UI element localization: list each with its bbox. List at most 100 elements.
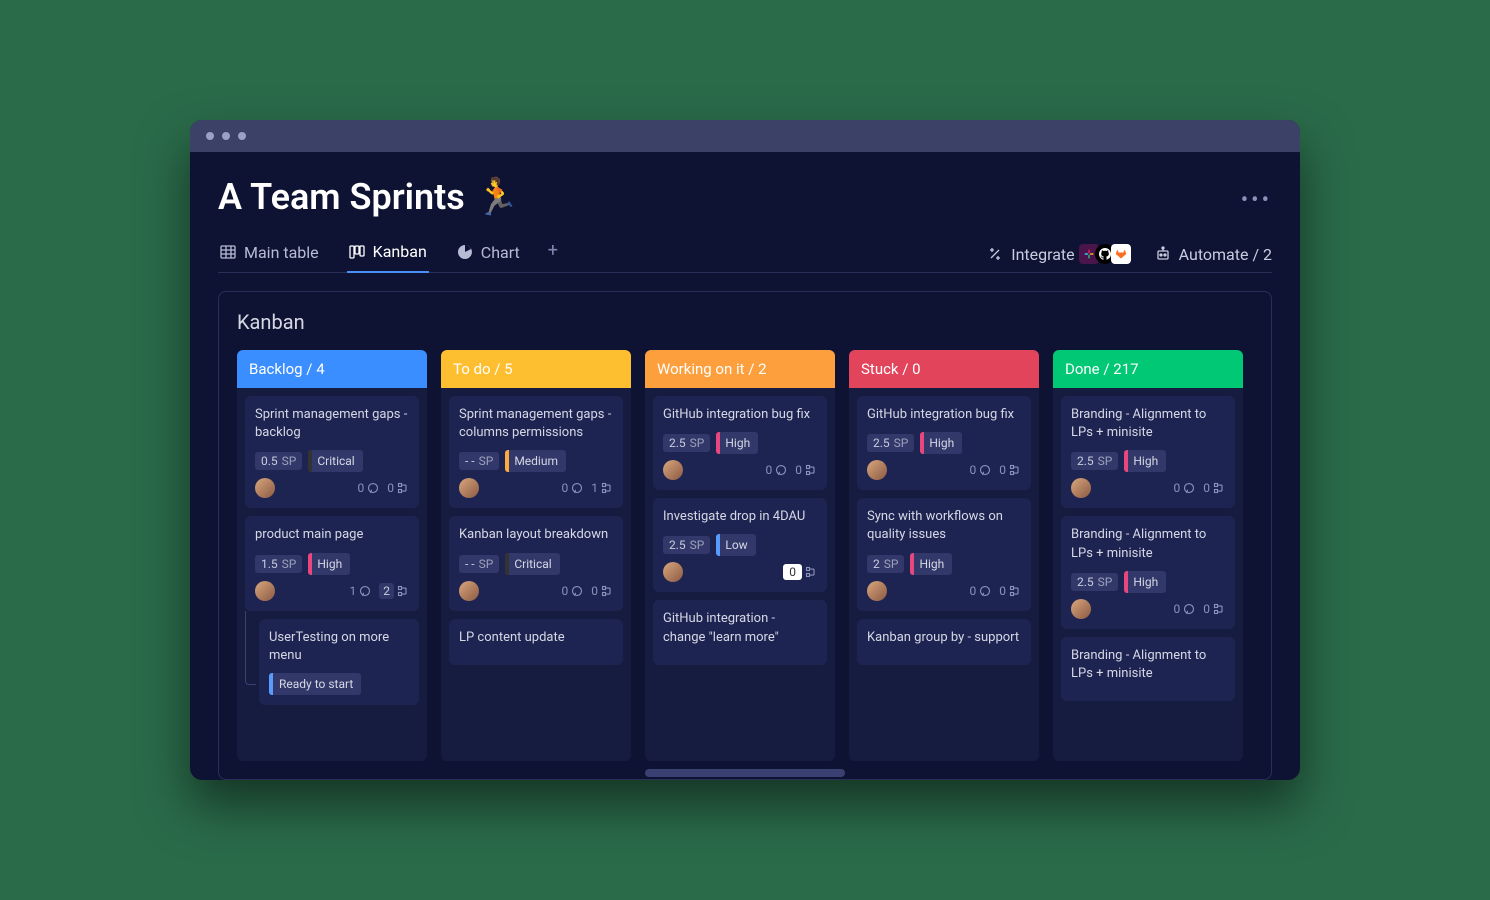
kanban-card[interactable]: Sprint management gaps - columns permiss…	[449, 396, 623, 508]
kanban-card[interactable]: Investigate drop in 4DAU2.5SPLow0	[653, 498, 827, 592]
card-counts: 01	[562, 481, 614, 495]
column-header[interactable]: Working on it / 2	[645, 350, 835, 388]
priority-label: High	[1133, 575, 1158, 589]
avatar[interactable]	[255, 478, 275, 498]
priority-badge: High	[1124, 571, 1166, 593]
subtask-count[interactable]: 0	[591, 584, 613, 598]
kanban-card[interactable]: GitHub integration - change "learn more"	[653, 600, 827, 664]
column-header[interactable]: Stuck / 0	[849, 350, 1039, 388]
tab-label: Kanban	[373, 242, 427, 261]
tab-main-table[interactable]: Main table	[218, 237, 321, 272]
kanban-card[interactable]: Branding - Alignment to LPs + minisite2.…	[1061, 396, 1235, 508]
card-title: UserTesting on more menu	[269, 629, 409, 665]
card-counts: 00	[970, 463, 1022, 477]
kanban-card[interactable]: Sync with workflows on quality issues2SP…	[857, 498, 1031, 610]
integrate-button[interactable]: Integrate	[987, 244, 1130, 264]
card-title: Kanban layout breakdown	[459, 526, 613, 544]
column-body: Sprint management gaps - backlog0.5SPCri…	[237, 388, 427, 761]
avatar[interactable]	[459, 581, 479, 601]
tab-chart[interactable]: Chart	[455, 237, 522, 272]
view-tabs: Main table Kanban Chart +	[218, 236, 558, 272]
card-meta: 1.5SPHigh	[255, 553, 409, 575]
sp-badge: 0.5SP	[255, 452, 302, 470]
card-counts: 00	[1174, 602, 1226, 616]
more-menu[interactable]: •••	[1241, 188, 1272, 213]
avatar[interactable]	[1071, 599, 1091, 619]
comment-count[interactable]: 0	[970, 463, 992, 477]
column-body: Sprint management gaps - columns permiss…	[441, 388, 631, 761]
column-header[interactable]: To do / 5	[441, 350, 631, 388]
kanban-card[interactable]: Kanban layout breakdown- -SPCritical00	[449, 516, 623, 610]
kanban-card[interactable]: LP content update	[449, 619, 623, 665]
priority-color-bar	[1124, 450, 1128, 472]
priority-badge: High	[1124, 450, 1166, 472]
avatar[interactable]	[255, 581, 275, 601]
kanban-column: Backlog / 4 Sprint management gaps - back…	[237, 350, 427, 761]
subtask-count[interactable]: 0	[1203, 602, 1225, 616]
card-title: product main page	[255, 526, 409, 544]
table-icon	[220, 244, 236, 260]
subtask-count[interactable]: 1	[591, 481, 613, 495]
priority-label: Medium	[514, 454, 558, 468]
sp-badge: 2.5SP	[1071, 573, 1118, 591]
avatar[interactable]	[1071, 478, 1091, 498]
comment-count[interactable]: 0	[1174, 602, 1196, 616]
comment-count[interactable]: 0	[358, 481, 380, 495]
kanban-icon	[349, 244, 365, 260]
kanban-card[interactable]: Sprint management gaps - backlog0.5SPCri…	[245, 396, 419, 508]
avatar[interactable]	[663, 460, 683, 480]
comment-count[interactable]: 0	[970, 584, 992, 598]
priority-label: High	[1133, 454, 1158, 468]
priority-label: High	[919, 557, 944, 571]
column-header[interactable]: Done / 217	[1053, 350, 1243, 388]
column-header[interactable]: Backlog / 4	[237, 350, 427, 388]
kanban-card[interactable]: Branding - Alignment to LPs + minisite	[1061, 637, 1235, 701]
subtask-count[interactable]: 0	[999, 584, 1021, 598]
priority-color-bar	[910, 553, 914, 575]
column-body: GitHub integration bug fix2.5SPHigh00Syn…	[849, 388, 1039, 761]
window-dot[interactable]	[238, 132, 246, 140]
window-dot[interactable]	[206, 132, 214, 140]
priority-color-bar	[505, 553, 509, 575]
add-view-button[interactable]: +	[548, 240, 558, 269]
card-footer: 00	[867, 581, 1021, 601]
comment-count[interactable]: 0	[1174, 481, 1196, 495]
kanban-card[interactable]: Kanban group by - support	[857, 619, 1031, 665]
subtask-count[interactable]: 0	[387, 481, 409, 495]
status-label: Ready to start	[279, 677, 353, 691]
subtask-count[interactable]: 0	[1203, 481, 1225, 495]
kanban-card[interactable]: Branding - Alignment to LPs + minisite2.…	[1061, 516, 1235, 628]
avatar[interactable]	[459, 478, 479, 498]
card-title: Kanban group by - support	[867, 629, 1021, 647]
automate-button[interactable]: Automate / 2	[1155, 245, 1272, 264]
priority-color-bar	[308, 553, 312, 575]
card-title: GitHub integration bug fix	[867, 406, 1021, 424]
card-title: Branding - Alignment to LPs + minisite	[1071, 406, 1225, 442]
window-dot[interactable]	[222, 132, 230, 140]
subtask-count[interactable]: 2	[379, 583, 409, 599]
view-tabs-row: Main table Kanban Chart + Integrate	[218, 236, 1272, 273]
comment-count[interactable]: 0	[562, 481, 584, 495]
kanban-card[interactable]: GitHub integration bug fix2.5SPHigh00	[653, 396, 827, 490]
subtask-count[interactable]: 0	[783, 564, 817, 580]
kanban-card[interactable]: product main page 1.5SPHigh 12	[245, 516, 419, 610]
comment-count[interactable]: 1	[350, 584, 372, 598]
card-meta: 2SPHigh	[867, 553, 1021, 575]
card-counts: 00	[1174, 481, 1226, 495]
kanban-card[interactable]: GitHub integration bug fix2.5SPHigh00	[857, 396, 1031, 490]
kanban-subtask-card[interactable]: UserTesting on more menu Ready to start	[259, 619, 419, 705]
avatar[interactable]	[867, 460, 887, 480]
subtask-count[interactable]: 0	[999, 463, 1021, 477]
robot-icon	[1155, 246, 1171, 262]
tab-kanban[interactable]: Kanban	[347, 236, 429, 273]
horizontal-scrollbar[interactable]	[645, 769, 845, 777]
subtask-count[interactable]: 0	[795, 463, 817, 477]
card-title: GitHub integration - change "learn more"	[663, 610, 817, 646]
card-footer: 0	[663, 562, 817, 582]
comment-count[interactable]: 0	[562, 584, 584, 598]
comment-count[interactable]: 0	[766, 463, 788, 477]
avatar[interactable]	[663, 562, 683, 582]
card-title: GitHub integration bug fix	[663, 406, 817, 424]
tab-label: Chart	[481, 243, 520, 262]
avatar[interactable]	[867, 581, 887, 601]
